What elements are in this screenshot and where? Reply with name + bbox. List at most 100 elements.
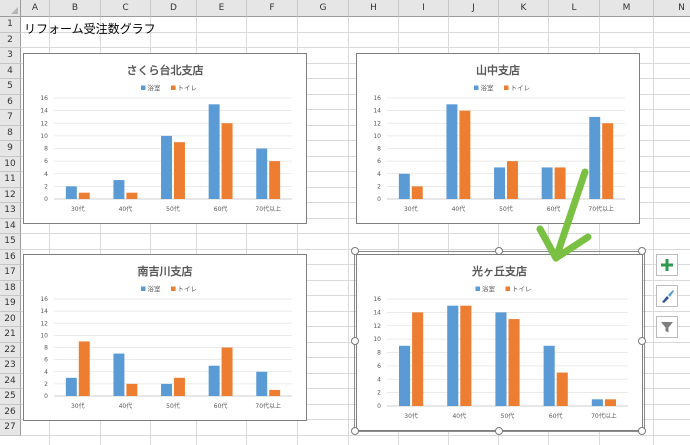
y-tick-label: 10	[373, 133, 381, 140]
row-header-16[interactable]: 16	[0, 249, 21, 265]
row-header-4[interactable]: 4	[0, 63, 21, 79]
chart-canvas[interactable]: 南吉川支店浴室 トイレ 0 2 4 6 8 10 12 14 16 30代 40代 50代 60代 70代以上	[24, 255, 306, 420]
row-header-12[interactable]: 12	[0, 187, 21, 203]
row-header-13[interactable]: 13	[0, 203, 21, 219]
chart-title: 南吉川支店	[138, 264, 193, 278]
chart-filters-button[interactable]	[656, 316, 678, 338]
column-header-h[interactable]: H	[349, 0, 399, 17]
row-header-19[interactable]: 19	[0, 296, 21, 312]
x-tick-label: 50代	[166, 402, 180, 410]
column-header-c[interactable]: C	[101, 0, 151, 17]
bar-bathroom	[447, 305, 459, 406]
bar-toilet	[411, 186, 423, 199]
x-tick-label: 50代	[499, 205, 513, 213]
resize-handle-sw[interactable]	[351, 427, 359, 435]
row-header-14[interactable]: 14	[0, 218, 21, 234]
select-all-corner[interactable]	[0, 0, 21, 17]
row-header-15[interactable]: 15	[0, 234, 21, 250]
cell-a1-text[interactable]: リフォーム受注数グラフ	[24, 20, 156, 37]
bar-toilet	[126, 383, 138, 396]
legend-swatch-1	[171, 85, 176, 90]
filter-icon	[661, 322, 673, 333]
x-tick-label: 70代以上	[588, 205, 614, 213]
row-header-1[interactable]: 1	[0, 17, 21, 33]
y-tick-label: 16	[373, 296, 381, 303]
chart-yamanaka[interactable]: 山中支店 浴室 トイレ 0 2 4 6 8 10 12 14 16 30代 40代 50代 60代 70代以上	[356, 53, 640, 224]
x-tick-label: 50代	[501, 412, 515, 420]
bar-bathroom	[399, 345, 411, 406]
legend-swatch-1	[171, 286, 176, 291]
resize-handle-ne[interactable]	[638, 247, 646, 255]
resize-handle-s[interactable]	[495, 427, 503, 435]
column-gridline	[653, 17, 654, 445]
row-header-17[interactable]: 17	[0, 265, 21, 281]
column-header-n[interactable]: N	[654, 0, 690, 17]
bar-bathroom	[161, 383, 172, 396]
column-header-f[interactable]: F	[247, 0, 298, 17]
row-header-20[interactable]: 20	[0, 311, 21, 327]
row-header-24[interactable]: 24	[0, 373, 21, 389]
row-header-22[interactable]: 22	[0, 342, 21, 358]
bar-toilet	[126, 192, 138, 199]
row-header-27[interactable]: 27	[0, 420, 21, 436]
x-tick-label: 60代	[547, 205, 561, 213]
column-header-a[interactable]: A	[21, 0, 50, 17]
row-header-10[interactable]: 10	[0, 156, 21, 172]
bar-bathroom	[589, 116, 601, 199]
chart-elements-button[interactable]	[656, 254, 678, 276]
column-header-j[interactable]: J	[449, 0, 499, 17]
x-tick-label: 70代以上	[591, 412, 617, 420]
column-header-e[interactable]: E	[197, 0, 247, 17]
row-header-21[interactable]: 21	[0, 327, 21, 343]
chart-canvas[interactable]: 山中支店浴室 トイレ 0 2 4 6 8 10 12 14 16 30代 40代 50代 60代 70代以上	[357, 54, 639, 223]
column-header-m[interactable]: M	[600, 0, 654, 17]
bar-bathroom	[398, 173, 410, 199]
column-header-d[interactable]: D	[151, 0, 197, 17]
y-tick-label: 4	[44, 171, 48, 178]
x-tick-label: 30代	[404, 412, 418, 420]
row-header-8[interactable]: 8	[0, 125, 21, 141]
y-tick-label: 6	[377, 158, 381, 165]
chart-canvas[interactable]: 光ヶ丘支店浴室 トイレ 0 2 4 6 8 10 12 14 16 30代 40代 50代 60代 70代以上	[357, 255, 642, 430]
column-header-k[interactable]: K	[499, 0, 549, 17]
resize-handle-nw[interactable]	[351, 247, 359, 255]
row-header-26[interactable]: 26	[0, 404, 21, 420]
chart-styles-button[interactable]	[656, 285, 678, 307]
chart-hikarigaoka[interactable]: 光ヶ丘支店 浴室 トイレ 0 2 4 6 8 10 12 14 16 30代 40代 50代 60代 70代以上	[356, 254, 643, 431]
row-header-23[interactable]: 23	[0, 358, 21, 374]
y-tick-label: 4	[44, 369, 48, 376]
bar-bathroom	[208, 365, 220, 396]
spreadsheet[interactable]: ABCDEFGHIJKLMN 1 2 3 4 5 6 7 8 9 10 11 12 13 14 15 16 17…	[0, 0, 690, 445]
chart-canvas[interactable]: さくら台北支店浴室 トイレ 0 2 4 6 8 10 12 14 16 30代 40代 50代 60代 70代…	[24, 54, 306, 223]
row-header-9[interactable]: 9	[0, 141, 21, 157]
bar-bathroom	[543, 345, 555, 406]
resize-handle-w[interactable]	[351, 337, 359, 345]
row-header-6[interactable]: 6	[0, 94, 21, 110]
y-tick-label: 6	[44, 158, 48, 165]
column-header-g[interactable]: G	[298, 0, 349, 17]
chart-sakuradai-kita[interactable]: さくら台北支店 浴室 トイレ 0 2 4 6 8 10 12 14 16 30代 40代 50代 60代 70代…	[23, 53, 307, 224]
row-header-5[interactable]: 5	[0, 79, 21, 95]
column-header-b[interactable]: B	[50, 0, 101, 17]
resize-handle-n[interactable]	[495, 247, 503, 255]
bar-bathroom	[495, 312, 507, 406]
row-header-18[interactable]: 18	[0, 280, 21, 296]
row-header-7[interactable]: 7	[0, 110, 21, 126]
bar-toilet	[508, 319, 520, 406]
bar-bathroom	[256, 148, 268, 199]
column-header-i[interactable]: I	[399, 0, 449, 17]
y-tick-label: 10	[373, 336, 381, 343]
bar-toilet	[269, 161, 281, 199]
x-tick-label: 60代	[549, 412, 563, 420]
chart-minami-yoshikawa[interactable]: 南吉川支店 浴室 トイレ 0 2 4 6 8 10 12 14 16 30代 40代 50代 60代 70代以上	[23, 254, 307, 421]
y-tick-label: 8	[44, 146, 48, 153]
resize-handle-se[interactable]	[638, 427, 646, 435]
row-header-2[interactable]: 2	[0, 32, 21, 48]
y-tick-label: 6	[44, 357, 48, 364]
column-header-l[interactable]: L	[549, 0, 600, 17]
row-header-3[interactable]: 3	[0, 48, 21, 64]
resize-handle-e[interactable]	[638, 337, 646, 345]
legend-swatch-0	[474, 85, 479, 90]
row-header-25[interactable]: 25	[0, 389, 21, 405]
row-header-11[interactable]: 11	[0, 172, 21, 188]
